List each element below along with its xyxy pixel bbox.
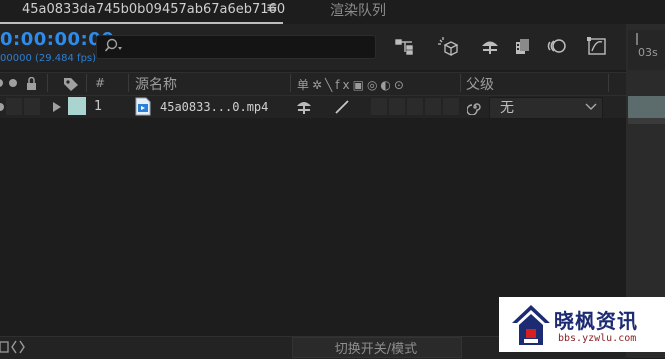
current-time-indicator[interactable]	[636, 33, 638, 45]
shy-layers-icon[interactable]	[479, 36, 501, 56]
watermark-text: 晓枫资讯	[554, 309, 638, 333]
expand-triangle-icon[interactable]	[52, 101, 62, 113]
shy-switch-icon[interactable]	[296, 99, 312, 115]
panel-menu-icon[interactable]: ≡	[266, 0, 278, 16]
tab-composition-title[interactable]: 45a0833da745b0b09457ab67a6eb7160	[22, 2, 285, 17]
motion-blur-switch[interactable]	[407, 98, 423, 115]
toggle-switches-modes-label: 切换开关/模式	[334, 342, 418, 357]
3d-layer-switch[interactable]	[443, 98, 459, 115]
column-divider[interactable]	[290, 74, 291, 92]
frame-blend-switch[interactable]	[389, 98, 405, 115]
column-layer-number[interactable]: #	[95, 76, 105, 90]
label-tag-icon	[64, 78, 78, 91]
av-features-icons	[0, 77, 36, 90]
layer-number: 1	[94, 99, 103, 114]
frame-rate-readout: 00000 (29.484 fps)	[0, 53, 97, 64]
layer-bar-shadow	[628, 118, 665, 124]
house-logo-icon	[512, 305, 550, 345]
column-source-name[interactable]: 源名称	[135, 74, 177, 94]
watermark-url: bbs.yzwlu.com	[558, 333, 637, 344]
column-divider[interactable]	[608, 74, 609, 92]
layer-label-color[interactable]	[68, 97, 86, 115]
column-divider[interactable]	[86, 74, 87, 92]
parent-pickwhip-icon[interactable]	[467, 99, 483, 115]
effect-switch[interactable]	[371, 98, 387, 115]
graph-editor-icon[interactable]	[586, 36, 608, 56]
chevron-down-icon	[585, 103, 597, 110]
column-divider[interactable]	[47, 74, 48, 92]
column-divider[interactable]	[128, 74, 129, 92]
motion-blur-icon[interactable]	[545, 36, 567, 56]
adjustment-switch[interactable]	[425, 98, 441, 115]
layer-search-input[interactable]	[96, 35, 376, 59]
frame-blending-icon[interactable]	[512, 36, 534, 56]
footer-toggle-icons[interactable]	[0, 339, 34, 355]
column-parent[interactable]: 父级	[466, 74, 494, 94]
time-ruler-label: 03s	[638, 46, 658, 59]
layer-source-name[interactable]: 45a0833...0.mp4	[160, 100, 268, 114]
column-switches[interactable]: 单✲╲fx▣◎◐⊙	[297, 76, 407, 93]
column-divider[interactable]	[460, 74, 461, 92]
tab-render-queue[interactable]: 渲染队列	[330, 0, 386, 20]
draft-3d-icon[interactable]	[436, 36, 458, 56]
lock-toggle[interactable]	[24, 98, 40, 115]
search-icon	[104, 38, 122, 52]
comp-flowchart-icon[interactable]	[393, 36, 415, 56]
layer-duration-bar[interactable]	[628, 96, 665, 118]
audio-toggle[interactable]	[6, 98, 22, 115]
parent-select-value: 无	[500, 100, 514, 116]
quality-switch-icon[interactable]	[334, 99, 350, 115]
video-file-icon	[135, 97, 151, 116]
